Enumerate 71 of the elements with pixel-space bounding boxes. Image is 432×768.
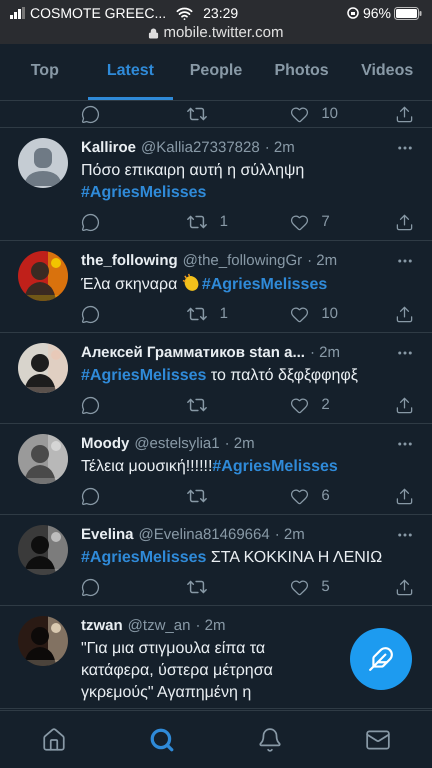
- hashtag-link[interactable]: #AgriesMelisses: [81, 367, 206, 384]
- like-count: 10: [321, 104, 338, 124]
- share-icon[interactable]: [395, 304, 414, 324]
- feather-icon: [368, 646, 394, 672]
- retweet-count: 1: [220, 304, 228, 324]
- signal-icon: [10, 7, 26, 19]
- like-count: 10: [321, 304, 338, 324]
- hashtag-link[interactable]: #AgriesMelisses: [202, 276, 328, 293]
- like-icon[interactable]: [290, 304, 310, 324]
- tweet-time: · 2m: [307, 251, 338, 271]
- user-handle: @the_followingGr: [182, 251, 302, 271]
- share-icon[interactable]: [395, 578, 414, 596]
- tweet-text: Έλα σκηναρα #AgriesMelisses: [81, 273, 400, 296]
- display-name[interactable]: the_following: [81, 251, 178, 271]
- reply-icon[interactable]: [81, 304, 100, 324]
- share-icon[interactable]: [395, 212, 414, 232]
- reply-icon[interactable]: [81, 578, 100, 596]
- share-icon[interactable]: [395, 396, 414, 414]
- reply-icon[interactable]: [81, 212, 100, 232]
- search-tab[interactable]: Top: [2, 44, 88, 100]
- user-handle: @Kallia27337828: [141, 138, 260, 158]
- lock-icon: [148, 28, 160, 38]
- clock-time: 23:29: [203, 4, 238, 22]
- like-icon[interactable]: [290, 396, 310, 414]
- share-icon[interactable]: [395, 486, 414, 506]
- like-count: 2: [321, 394, 330, 415]
- display-name[interactable]: Moody: [81, 434, 130, 454]
- url-text: mobile.twitter.com: [163, 22, 284, 43]
- tweet-time: · 2m: [195, 616, 226, 636]
- hashtag-link[interactable]: #AgriesMelisses: [212, 458, 338, 475]
- tweet-time: · 2m: [274, 525, 305, 545]
- display-name[interactable]: Evelina: [81, 525, 134, 545]
- user-handle: @Evelina81469664: [138, 525, 270, 545]
- battery-percent: 96%: [362, 4, 391, 22]
- like-count: 5: [321, 576, 330, 597]
- like-icon[interactable]: [290, 578, 310, 596]
- tweet-text: Τέλεια μουσική!!!!!!#AgriesMelisses: [81, 457, 339, 477]
- tweet-text: #AgriesMelisses ΣΤΑ ΚΟΚΚΙΝΑ Η ΛΕΝΙΩ: [81, 548, 384, 568]
- like-icon[interactable]: [290, 212, 310, 232]
- reply-icon[interactable]: [81, 396, 100, 414]
- tweet-time: · 2m: [310, 343, 340, 363]
- search-tab[interactable]: Photos: [258, 44, 344, 100]
- like-icon[interactable]: [290, 486, 310, 506]
- share-icon[interactable]: [395, 104, 414, 124]
- display-name[interactable]: tzwan: [81, 616, 123, 636]
- like-count: 7: [321, 212, 330, 232]
- tweet-time: · 2m: [264, 138, 295, 158]
- tweet-text: "Για μια στιγμουλα είπα τα κατάφερα, ύστερα μέτρησα γκρεμούς" Αγαπημένη η: [81, 639, 274, 703]
- search-tab[interactable]: People: [173, 44, 259, 100]
- retweet-count: 1: [220, 212, 228, 232]
- carrier-name: COSMOTE GREEC...: [30, 4, 166, 22]
- rotation-lock-icon: [346, 7, 359, 19]
- tweet-text: Πόσο επικαιρη αυτή η σύλληψη #AgriesMelisses: [81, 161, 306, 203]
- user-handle: @estelsylia1: [134, 434, 220, 454]
- display-name[interactable]: Алексей Грамматиков stan a...: [81, 343, 305, 363]
- reply-icon[interactable]: [81, 104, 100, 124]
- like-icon[interactable]: [290, 104, 310, 124]
- tweet-time: · 2m: [224, 434, 255, 454]
- display-name[interactable]: Kalliroe: [81, 138, 136, 158]
- user-handle: @tzw_an: [128, 616, 190, 636]
- reply-icon[interactable]: [81, 486, 100, 506]
- hashtag-link[interactable]: #AgriesMelisses: [81, 549, 206, 566]
- search-tab[interactable]: Videos: [344, 44, 430, 100]
- wifi-icon: [176, 4, 194, 22]
- default-avatar-icon: [18, 138, 68, 188]
- tweet-text: #AgriesMelisses το παλτό δξφξφφηφξ: [81, 366, 359, 386]
- hashtag-link[interactable]: #AgriesMelisses: [81, 184, 206, 201]
- clapping-hands-icon: [182, 273, 201, 292]
- search-tab[interactable]: Latest: [88, 44, 174, 100]
- like-count: 6: [321, 486, 330, 506]
- battery-icon: [394, 6, 422, 20]
